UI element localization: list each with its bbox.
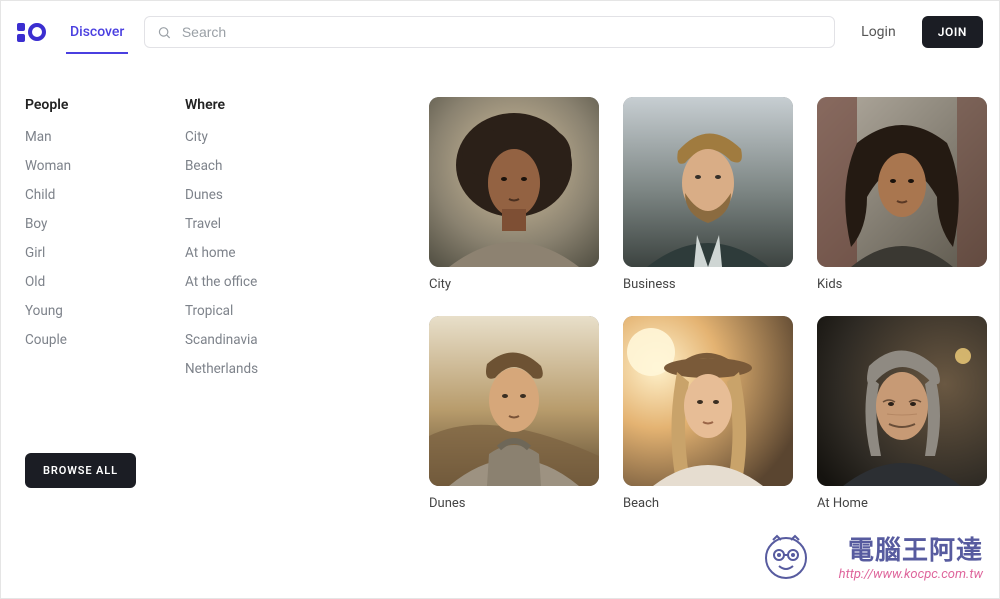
card-business[interactable]: Business (623, 97, 793, 292)
thumb-kids (817, 97, 987, 267)
filter-col-where: Where City Beach Dunes Travel At home At… (185, 97, 285, 511)
card-label: Dunes (429, 496, 599, 511)
filter-item-netherlands[interactable]: Netherlands (185, 361, 285, 377)
category-grid: City (429, 97, 987, 511)
logo[interactable] (17, 23, 50, 42)
filter-item-travel[interactable]: Travel (185, 216, 285, 232)
watermark-mascot-icon (759, 528, 813, 582)
filter-col-people: People Man Woman Child Boy Girl Old Youn… (25, 97, 125, 511)
thumb-at-home (817, 316, 987, 486)
filter-item-woman[interactable]: Woman (25, 158, 125, 174)
card-label: At Home (817, 496, 987, 511)
search-field[interactable] (144, 16, 835, 48)
portrait-image (623, 97, 793, 267)
search-input[interactable] (182, 24, 822, 40)
portrait-image (429, 97, 599, 267)
filter-item-man[interactable]: Man (25, 129, 125, 145)
filter-item-couple[interactable]: Couple (25, 332, 125, 348)
thumb-dunes (429, 316, 599, 486)
watermark: 電腦王阿達 http://www.kocpc.com.tw (839, 530, 983, 582)
filter-sidebar: People Man Woman Child Boy Girl Old Youn… (25, 97, 405, 511)
portrait-image (817, 316, 987, 486)
card-label: Kids (817, 277, 987, 292)
card-at-home[interactable]: At Home (817, 316, 987, 511)
filter-heading-people: People (25, 97, 125, 113)
filter-heading-where: Where (185, 97, 285, 113)
filter-item-child[interactable]: Child (25, 187, 125, 203)
card-label: City (429, 277, 599, 292)
join-button[interactable]: JOIN (922, 16, 983, 48)
portrait-image (429, 316, 599, 486)
filter-item-tropical[interactable]: Tropical (185, 303, 285, 319)
thumb-beach (623, 316, 793, 486)
card-label: Beach (623, 496, 793, 511)
watermark-text: 電腦王阿達 (839, 530, 983, 567)
filter-item-at-home[interactable]: At home (185, 245, 285, 261)
thumb-city (429, 97, 599, 267)
card-city[interactable]: City (429, 97, 599, 292)
login-link[interactable]: Login (851, 18, 906, 46)
filter-item-boy[interactable]: Boy (25, 216, 125, 232)
search-icon (157, 25, 171, 40)
card-kids[interactable]: Kids (817, 97, 987, 292)
portrait-image (623, 316, 793, 486)
filter-item-girl[interactable]: Girl (25, 245, 125, 261)
main-content: People Man Woman Child Boy Girl Old Youn… (1, 53, 999, 511)
filter-item-beach[interactable]: Beach (185, 158, 285, 174)
nav-discover[interactable]: Discover (66, 10, 128, 54)
card-label: Business (623, 277, 793, 292)
thumb-business (623, 97, 793, 267)
watermark-url: http://www.kocpc.com.tw (839, 567, 983, 582)
filter-item-at-office[interactable]: At the office (185, 274, 285, 290)
header: Discover Login JOIN (1, 1, 999, 53)
portrait-image (817, 97, 987, 267)
filter-item-young[interactable]: Young (25, 303, 125, 319)
card-dunes[interactable]: Dunes (429, 316, 599, 511)
filter-item-old[interactable]: Old (25, 274, 125, 290)
filter-item-scandinavia[interactable]: Scandinavia (185, 332, 285, 348)
browse-all-button[interactable]: BROWSE ALL (25, 453, 136, 488)
card-beach[interactable]: Beach (623, 316, 793, 511)
filter-item-city[interactable]: City (185, 129, 285, 145)
filter-item-dunes[interactable]: Dunes (185, 187, 285, 203)
